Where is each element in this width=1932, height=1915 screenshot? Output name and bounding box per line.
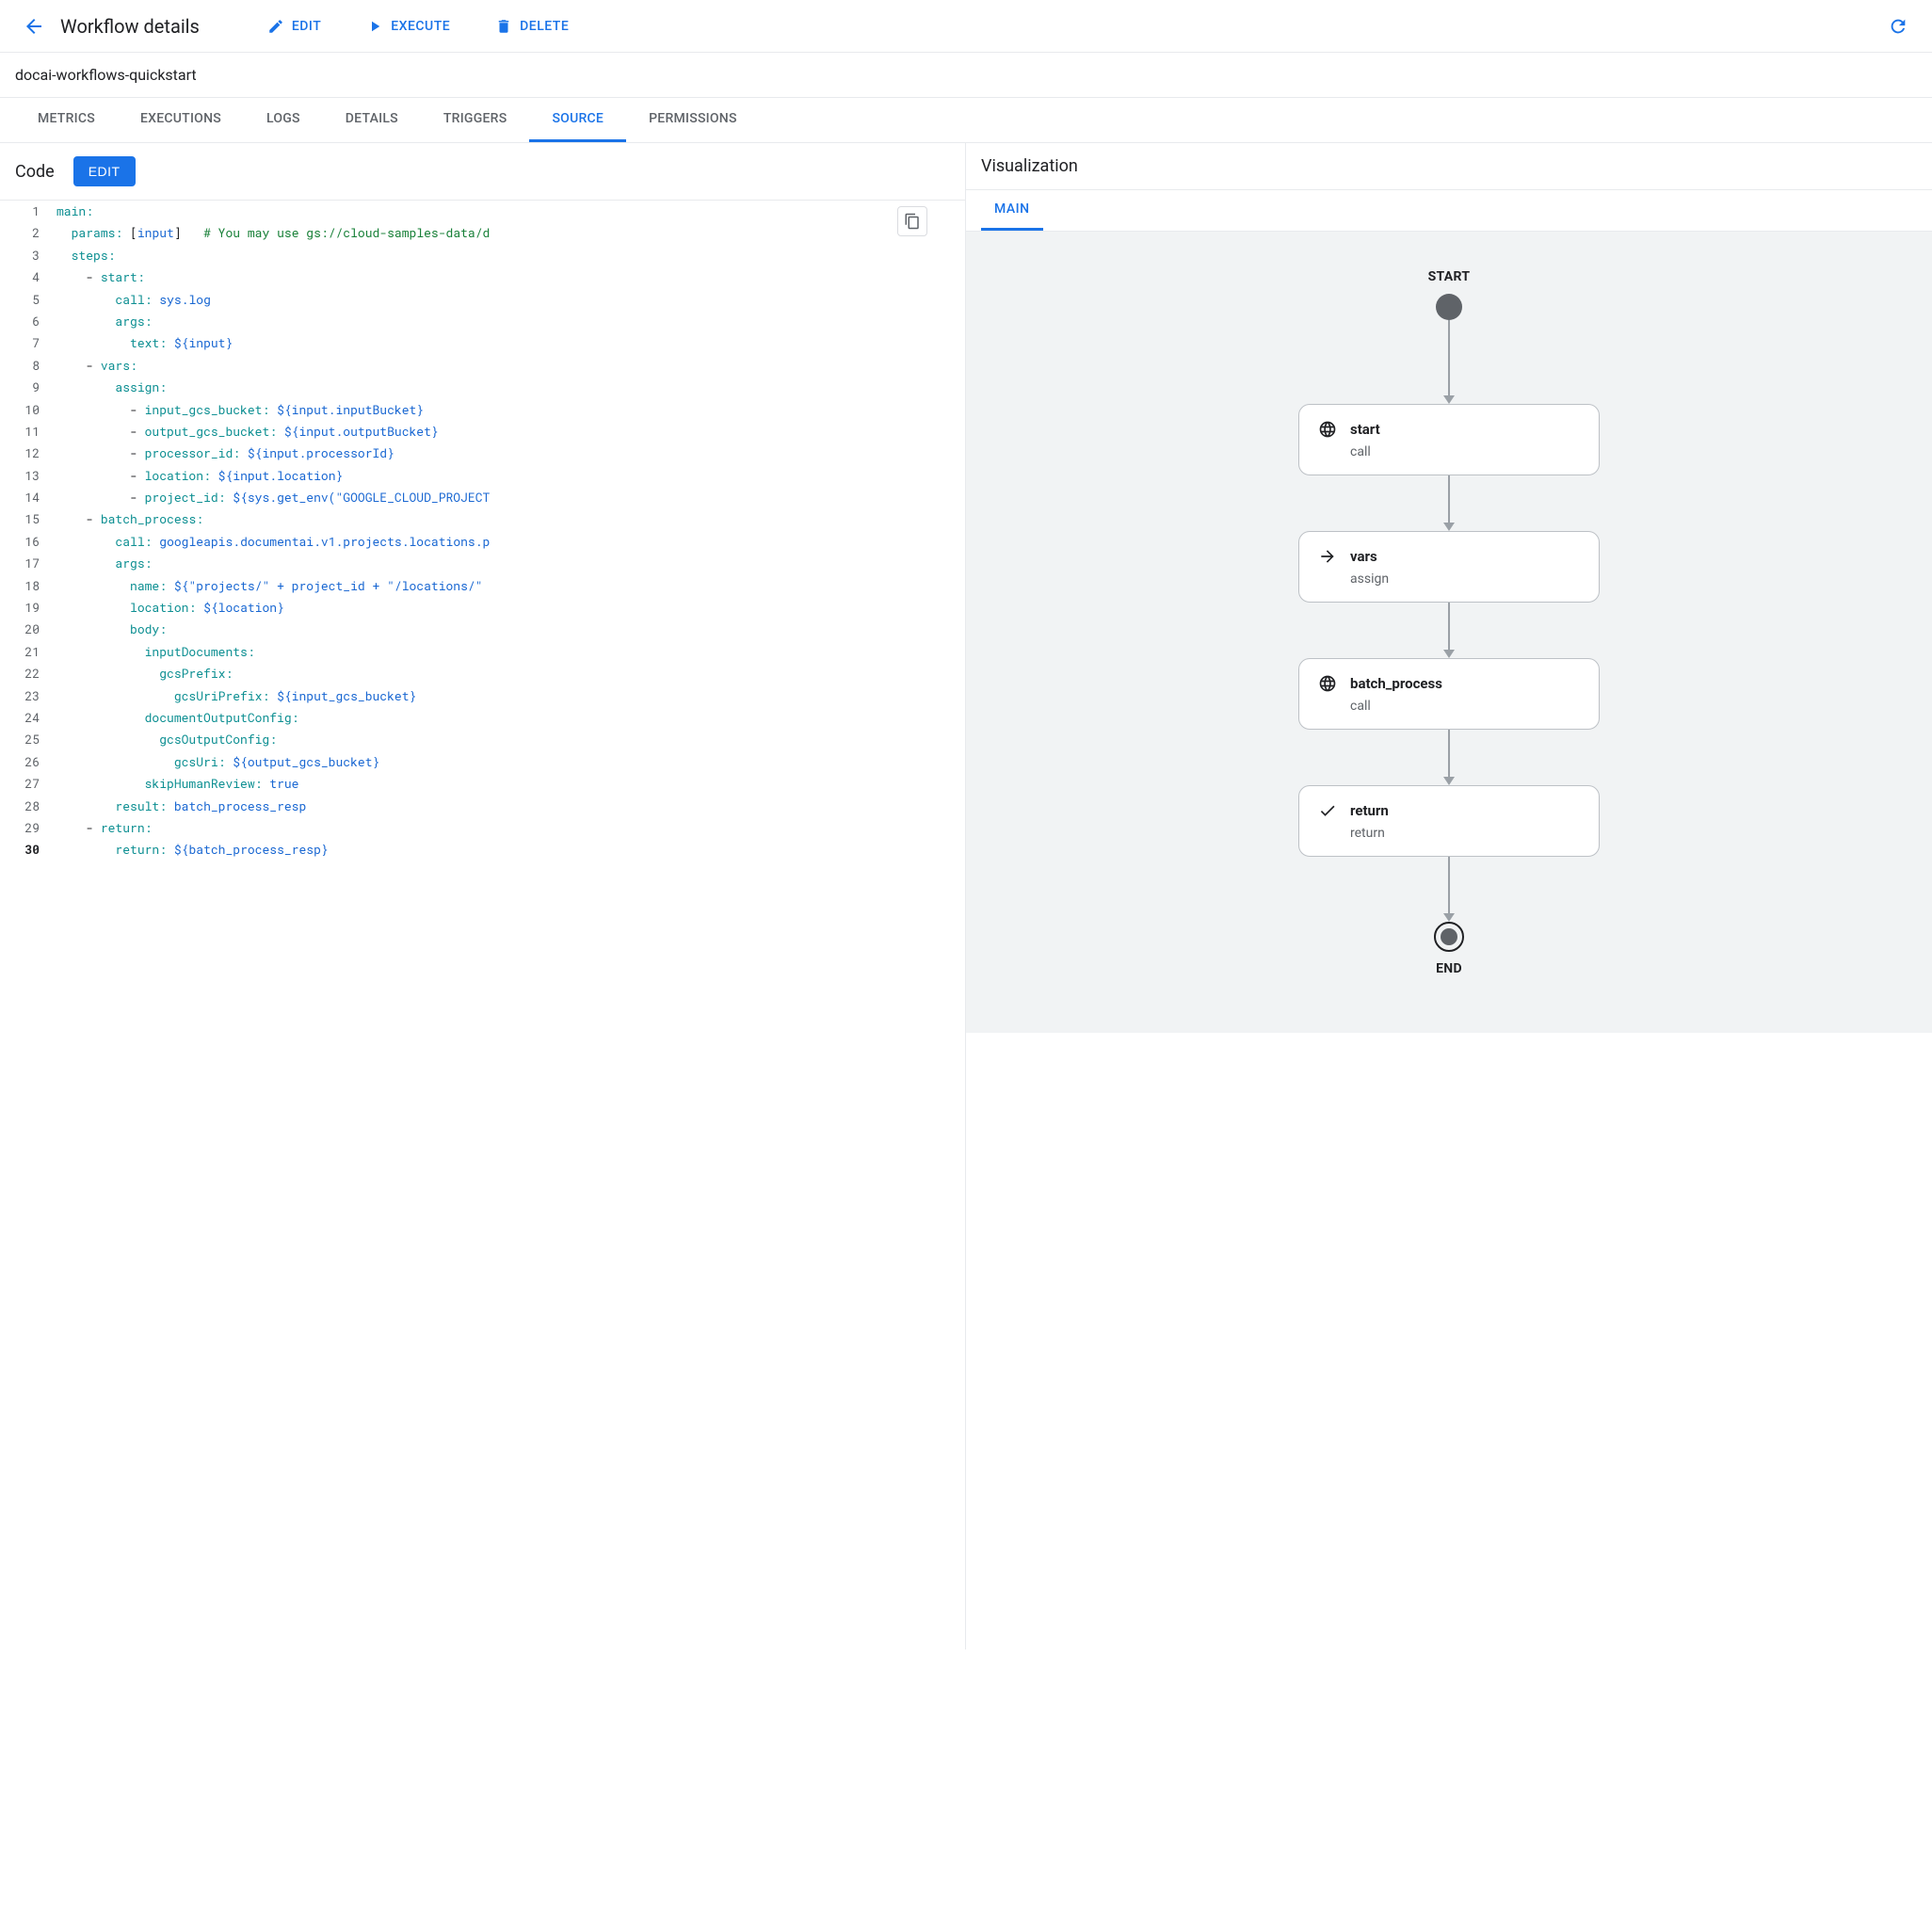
code-line: 4 - start: [0,266,965,288]
workflow-name: docai-workflows-quickstart [0,53,1932,98]
edit-action[interactable]: EDIT [256,10,332,42]
flow-arrow [1443,475,1455,531]
flow-arrow [1443,730,1455,785]
code-line: 10 - input_gcs_bucket: ${input.inputBuck… [0,399,965,421]
tab-logs[interactable]: LOGS [244,98,323,142]
pencil-icon [267,18,284,35]
flow-arrow [1443,603,1455,658]
code-line: 3 steps: [0,245,965,266]
flow-node-start[interactable]: startcall [1298,404,1600,475]
tab-executions[interactable]: EXECUTIONS [118,98,244,142]
copy-button[interactable] [897,206,927,236]
code-line: 29 - return: [0,817,965,839]
flow-arrow [1443,857,1455,922]
vis-tab-main[interactable]: MAIN [981,190,1043,231]
code-line: 19 location: ${location} [0,597,965,619]
code-line: 26 gcsUri: ${output_gcs_bucket} [0,751,965,773]
code-line: 30 return: ${batch_process_resp} [0,839,965,861]
code-line: 15 - batch_process: [0,508,965,530]
flow-node-batch_process[interactable]: batch_processcall [1298,658,1600,730]
play-icon [366,18,383,35]
end-node [1434,922,1464,952]
trash-icon [495,18,512,35]
arrow-left-icon [23,15,45,38]
edit-label: EDIT [292,19,321,34]
code-line: 16 call: googleapis.documentai.v1.projec… [0,531,965,553]
visualization-title: Visualization [966,143,1932,190]
code-line: 6 args: [0,311,965,332]
code-panel-title: Code [15,162,55,182]
execute-label: EXECUTE [391,19,450,34]
tab-metrics[interactable]: METRICS [15,98,118,142]
code-line: 28 result: batch_process_resp [0,796,965,817]
code-line: 24 documentOutputConfig: [0,707,965,729]
code-line: 9 assign: [0,377,965,398]
visualization-canvas: START startcall varsassign batch_processcal… [966,232,1932,1033]
refresh-button[interactable] [1879,8,1917,45]
flow-arrow [1443,320,1455,404]
delete-action[interactable]: DELETE [484,10,580,42]
flow-node-vars[interactable]: varsassign [1298,531,1600,603]
code-line: 5 call: sys.log [0,289,965,311]
refresh-icon [1888,16,1908,37]
code-line: 13 - location: ${input.location} [0,465,965,487]
delete-label: DELETE [520,19,569,34]
page-title: Workflow details [60,15,200,38]
flow-node-return[interactable]: returnreturn [1298,785,1600,857]
copy-icon [904,213,921,230]
code-line: 11 - output_gcs_bucket: ${input.outputBu… [0,421,965,443]
tab-source[interactable]: SOURCE [529,98,626,142]
execute-action[interactable]: EXECUTE [355,10,461,42]
tab-permissions[interactable]: PERMISSIONS [626,98,760,142]
start-label: START [1428,269,1471,284]
code-line: 23 gcsUriPrefix: ${input_gcs_bucket} [0,685,965,707]
code-line: 8 - vars: [0,355,965,377]
start-node [1436,294,1462,320]
code-line: 2 params: [input] # You may use gs://clo… [0,222,965,244]
code-line: 12 - processor_id: ${input.processorId} [0,443,965,464]
code-editor[interactable]: 1main:2 params: [input] # You may use gs… [0,200,965,861]
code-line: 25 gcsOutputConfig: [0,729,965,750]
code-line: 27 skipHumanReview: true [0,773,965,795]
code-line: 18 name: ${"projects/" + project_id + "/… [0,575,965,597]
tab-triggers[interactable]: TRIGGERS [421,98,530,142]
code-line: 20 body: [0,619,965,640]
code-line: 14 - project_id: ${sys.get_env("GOOGLE_C… [0,487,965,508]
code-line: 22 gcsPrefix: [0,663,965,684]
code-edit-button[interactable]: EDIT [73,156,136,186]
back-button[interactable] [15,8,53,45]
code-line: 7 text: ${input} [0,332,965,354]
code-line: 21 inputDocuments: [0,641,965,663]
tab-details[interactable]: DETAILS [323,98,421,142]
code-line: 17 args: [0,553,965,574]
main-tabs: METRICSEXECUTIONSLOGSDETAILSTRIGGERSSOUR… [0,98,1932,143]
end-label: END [1436,961,1462,976]
code-line: 1main: [0,201,965,222]
